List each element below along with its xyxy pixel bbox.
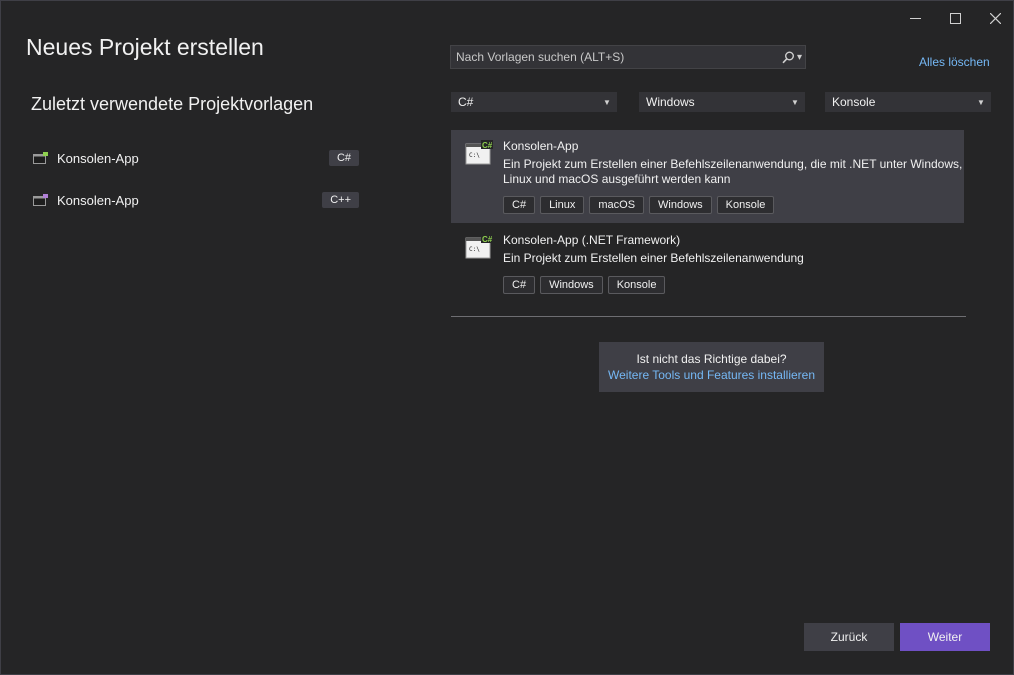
search-icon: [782, 51, 794, 63]
recent-item-konsolen-app-csharp[interactable]: Konsolen-App C#: [33, 147, 359, 169]
svg-text:C:\: C:\: [469, 246, 480, 253]
console-app-icon: [33, 152, 48, 164]
template-name: Konsolen-App (.NET Framework): [503, 233, 681, 247]
tag: Konsole: [607, 276, 666, 294]
tag: C#: [503, 196, 536, 214]
tag: Windows: [649, 196, 712, 214]
chevron-down-icon: ▼: [791, 97, 799, 107]
language-badge: C#: [328, 150, 359, 166]
recent-templates-heading: Zuletzt verwendete Projektvorlagen: [31, 94, 314, 114]
more-tools-box: Ist nicht das Richtige dabei? Weitere To…: [599, 342, 824, 392]
help-question: Ist nicht das Richtige dabei?: [636, 352, 787, 366]
recent-item-konsolen-app-cpp[interactable]: Konsolen-App C++: [33, 189, 359, 211]
tag: Windows: [540, 276, 603, 294]
template-konsolen-app[interactable]: C:\ C# Konsolen-App Ein Projekt zum Erste…: [451, 130, 964, 223]
template-search-input[interactable]: [451, 49, 779, 65]
tag: C#: [503, 276, 536, 294]
minimize-icon: [909, 17, 921, 19]
template-description: Ein Projekt zum Erstellen einer Befehlsz…: [503, 157, 963, 186]
platform-filter-dropdown[interactable]: Windows ▼: [639, 92, 805, 112]
platform-filter-value: Windows: [646, 95, 695, 109]
language-badge: C++: [322, 192, 359, 208]
maximize-button[interactable]: [941, 7, 969, 27]
language-filter-value: C#: [458, 95, 474, 109]
language-badge: C#: [482, 235, 493, 244]
tag: Linux: [540, 196, 585, 214]
chevron-down-icon: ▼: [977, 97, 985, 107]
chevron-down-icon: ▾: [796, 51, 803, 63]
chevron-down-icon: ▼: [603, 97, 611, 107]
clear-all-link[interactable]: Alles löschen: [919, 55, 990, 69]
template-konsolen-app-net-framework[interactable]: C:\ C# Konsolen-App (.NET Framework) Ein …: [451, 224, 964, 300]
maximize-icon: [949, 12, 961, 24]
console-app-icon: C:\ C#: [465, 234, 493, 259]
template-search-box[interactable]: ▾: [450, 45, 806, 69]
language-badge: C#: [482, 141, 493, 150]
template-description: Ein Projekt zum Erstellen einer Befehlsz…: [503, 251, 804, 265]
tag: macOS: [589, 196, 645, 214]
template-tags: C# Linux macOS Windows Konsole: [503, 196, 775, 214]
search-button[interactable]: ▾: [779, 51, 805, 64]
console-app-icon: C:\ C#: [465, 140, 493, 165]
minimize-button[interactable]: [901, 7, 929, 27]
language-filter-dropdown[interactable]: C# ▼: [451, 92, 617, 112]
project-type-filter-value: Konsole: [832, 95, 876, 109]
template-name: Konsolen-App: [503, 139, 579, 153]
tag: Konsole: [716, 196, 775, 214]
project-type-filter-dropdown[interactable]: Konsole ▼: [825, 92, 991, 112]
template-tags: C# Windows Konsole: [503, 276, 666, 294]
page-title: Neues Projekt erstellen: [26, 34, 264, 60]
divider: [451, 316, 966, 317]
next-button[interactable]: Weiter: [900, 623, 990, 651]
recent-item-label: Konsolen-App: [57, 150, 139, 166]
close-icon: [989, 12, 1001, 25]
recent-item-label: Konsolen-App: [57, 192, 139, 208]
new-project-dialog: Neues Projekt erstellen Zuletzt verwende…: [0, 0, 1014, 675]
close-button[interactable]: [981, 7, 1009, 27]
console-app-icon: [33, 194, 48, 206]
back-button[interactable]: Zurück: [804, 623, 894, 651]
install-tools-link[interactable]: Weitere Tools und Features installieren: [599, 368, 824, 382]
svg-text:C:\: C:\: [469, 152, 480, 159]
